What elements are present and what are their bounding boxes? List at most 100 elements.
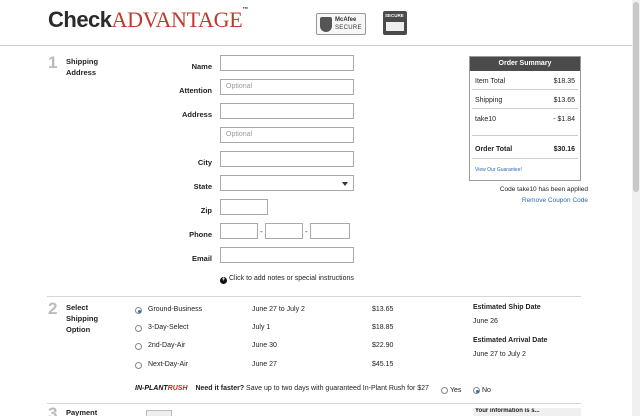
zip-field[interactable] bbox=[220, 199, 268, 215]
rush-logo-text: IN-PLANT bbox=[135, 385, 168, 392]
attention-field[interactable]: Optional bbox=[220, 79, 354, 95]
add-notes-link[interactable]: + Click to add notes or special instructi… bbox=[220, 275, 354, 284]
shipping-radio[interactable] bbox=[135, 325, 142, 332]
shipping-date: June 27 to July 2 bbox=[252, 306, 305, 313]
summary-row-shipping: Shipping $13.65 bbox=[475, 97, 575, 104]
logo-advantage-text: ADVANTAGE bbox=[111, 7, 243, 32]
summary-row-order-total: Order Total $30.16 bbox=[475, 146, 575, 153]
summary-divider bbox=[472, 135, 578, 136]
summary-row-item-total: Item Total $18.35 bbox=[475, 78, 575, 85]
rush-yes-label: Yes bbox=[450, 387, 462, 394]
order-total-label: Order Total bbox=[475, 146, 513, 153]
logo-tm: ™ bbox=[242, 7, 248, 13]
state-select[interactable] bbox=[220, 175, 354, 191]
coupon-value: - $1.84 bbox=[553, 116, 575, 123]
section-divider bbox=[47, 403, 581, 404]
email-label: Email bbox=[191, 254, 212, 263]
estimated-arrival-label: Estimated Arrival Date bbox=[473, 337, 548, 344]
step-1-label-line1: Shipping bbox=[66, 57, 99, 66]
scrollbar-thumb[interactable] bbox=[633, 2, 639, 192]
site-header: CheckADVANTAGE™ McAfee SECURE SECURE bbox=[0, 0, 632, 46]
rush-description: Save up to two days with guaranteed In-P… bbox=[246, 385, 429, 392]
shipping-price: $45.15 bbox=[372, 361, 394, 368]
rush-yes-radio[interactable] bbox=[441, 387, 448, 394]
step-1-label: Shipping Address bbox=[66, 56, 98, 78]
phone-prefix-field[interactable] bbox=[265, 223, 303, 239]
item-total-value: $18.35 bbox=[553, 78, 575, 85]
step-2-label: Select Shipping Option bbox=[66, 302, 98, 335]
phone-separator-2: - bbox=[305, 227, 308, 236]
add-notes-text: Click to add notes or special instructio… bbox=[229, 275, 354, 282]
step-1-number: 1 bbox=[48, 53, 58, 72]
state-label: State bbox=[193, 182, 212, 191]
name-field[interactable] bbox=[220, 55, 354, 71]
summary-divider bbox=[472, 158, 578, 159]
phone-line-field[interactable] bbox=[310, 223, 350, 239]
order-summary-panel: Order Summary Item Total $18.35 Shipping $… bbox=[469, 56, 581, 181]
shield-icon bbox=[320, 17, 332, 32]
rush-no-radio[interactable] bbox=[473, 387, 480, 394]
mcafee-secure-badge[interactable]: McAfee SECURE bbox=[316, 13, 366, 35]
order-summary-title: Order Summary bbox=[470, 57, 580, 71]
coupon-label: take10 bbox=[475, 116, 497, 123]
shipping-option-row[interactable]: 2nd-Day-Air June 30 $22.90 bbox=[135, 342, 395, 354]
step-2-label-line2: Shipping bbox=[66, 314, 99, 323]
payment-field[interactable] bbox=[146, 410, 172, 416]
vertical-scrollbar[interactable] bbox=[632, 0, 640, 416]
rush-no-option[interactable]: No bbox=[473, 386, 491, 394]
in-plant-rush-offer: IN-PLANTRUSH Need it faster? Save up to … bbox=[135, 385, 429, 392]
shipping-option-row[interactable]: Next-Day-Air June 27 $45.15 bbox=[135, 361, 395, 373]
shipping-price: $13.65 bbox=[372, 306, 394, 313]
name-label: Name bbox=[191, 62, 212, 71]
shipping-radio[interactable] bbox=[135, 362, 142, 369]
shipping-radio[interactable] bbox=[135, 307, 142, 314]
view-guarantee-link[interactable]: View Our Guarantee! bbox=[475, 167, 522, 173]
chevron-down-icon bbox=[342, 182, 348, 186]
shipping-method: Next-Day-Air bbox=[148, 361, 189, 368]
shipping-value: $13.65 bbox=[553, 97, 575, 104]
step-2-label-line3: Option bbox=[66, 325, 91, 334]
step-3-number: 3 bbox=[48, 404, 58, 416]
city-field[interactable] bbox=[220, 151, 354, 167]
phone-area-field[interactable] bbox=[220, 223, 258, 239]
step-1-label-line2: Address bbox=[66, 68, 97, 77]
mcafee-text: McAfee bbox=[335, 17, 357, 23]
address-line2-field[interactable]: Optional bbox=[220, 127, 354, 143]
section-divider bbox=[47, 296, 581, 297]
shipping-option-row[interactable]: 3-Day-Select July 1 $18.85 bbox=[135, 324, 395, 336]
checkadvantage-logo[interactable]: CheckADVANTAGE™ bbox=[48, 7, 248, 33]
secure-badge-seal-icon bbox=[386, 22, 404, 31]
email-field[interactable] bbox=[220, 247, 354, 263]
secure-badge-text: SECURE bbox=[385, 13, 404, 18]
attention-label: Attention bbox=[179, 86, 212, 95]
logo-check-text: Check bbox=[48, 7, 112, 32]
shipping-date: July 1 bbox=[252, 324, 271, 331]
secure-badge[interactable]: SECURE bbox=[383, 11, 407, 35]
estimated-ship-date: June 26 bbox=[473, 318, 498, 325]
summary-divider bbox=[472, 89, 578, 90]
shipping-method: 3-Day-Select bbox=[148, 324, 189, 331]
rush-no-label: No bbox=[482, 387, 491, 394]
shipping-price: $18.85 bbox=[372, 324, 394, 331]
phone-separator: - bbox=[260, 227, 263, 236]
estimated-ship-label: Estimated Ship Date bbox=[473, 304, 541, 311]
step-2-number: 2 bbox=[48, 299, 58, 318]
order-total-value: $30.16 bbox=[553, 146, 575, 153]
summary-divider bbox=[472, 108, 578, 109]
rush-question: Need it faster? bbox=[195, 385, 245, 392]
shipping-price: $22.90 bbox=[372, 342, 394, 349]
summary-row-coupon: take10 - $1.84 bbox=[475, 116, 575, 123]
shipping-radio[interactable] bbox=[135, 343, 142, 350]
shipping-method: Ground-Business bbox=[148, 306, 203, 313]
rush-yes-option[interactable]: Yes bbox=[441, 386, 461, 394]
item-total-label: Item Total bbox=[475, 78, 506, 85]
address-field[interactable] bbox=[220, 103, 354, 119]
address-label: Address bbox=[181, 110, 212, 119]
shipping-option-row[interactable]: Ground-Business June 27 to July 2 $13.65 bbox=[135, 306, 395, 318]
shipping-method: 2nd-Day-Air bbox=[148, 342, 186, 349]
remove-coupon-link[interactable]: Remove Coupon Code bbox=[522, 197, 588, 204]
coupon-applied-message: Code take10 has been applied bbox=[499, 186, 588, 193]
phone-label: Phone bbox=[189, 230, 212, 239]
rush-logo-red-text: RUSH bbox=[167, 385, 188, 392]
shipping-date: June 30 bbox=[252, 342, 277, 349]
